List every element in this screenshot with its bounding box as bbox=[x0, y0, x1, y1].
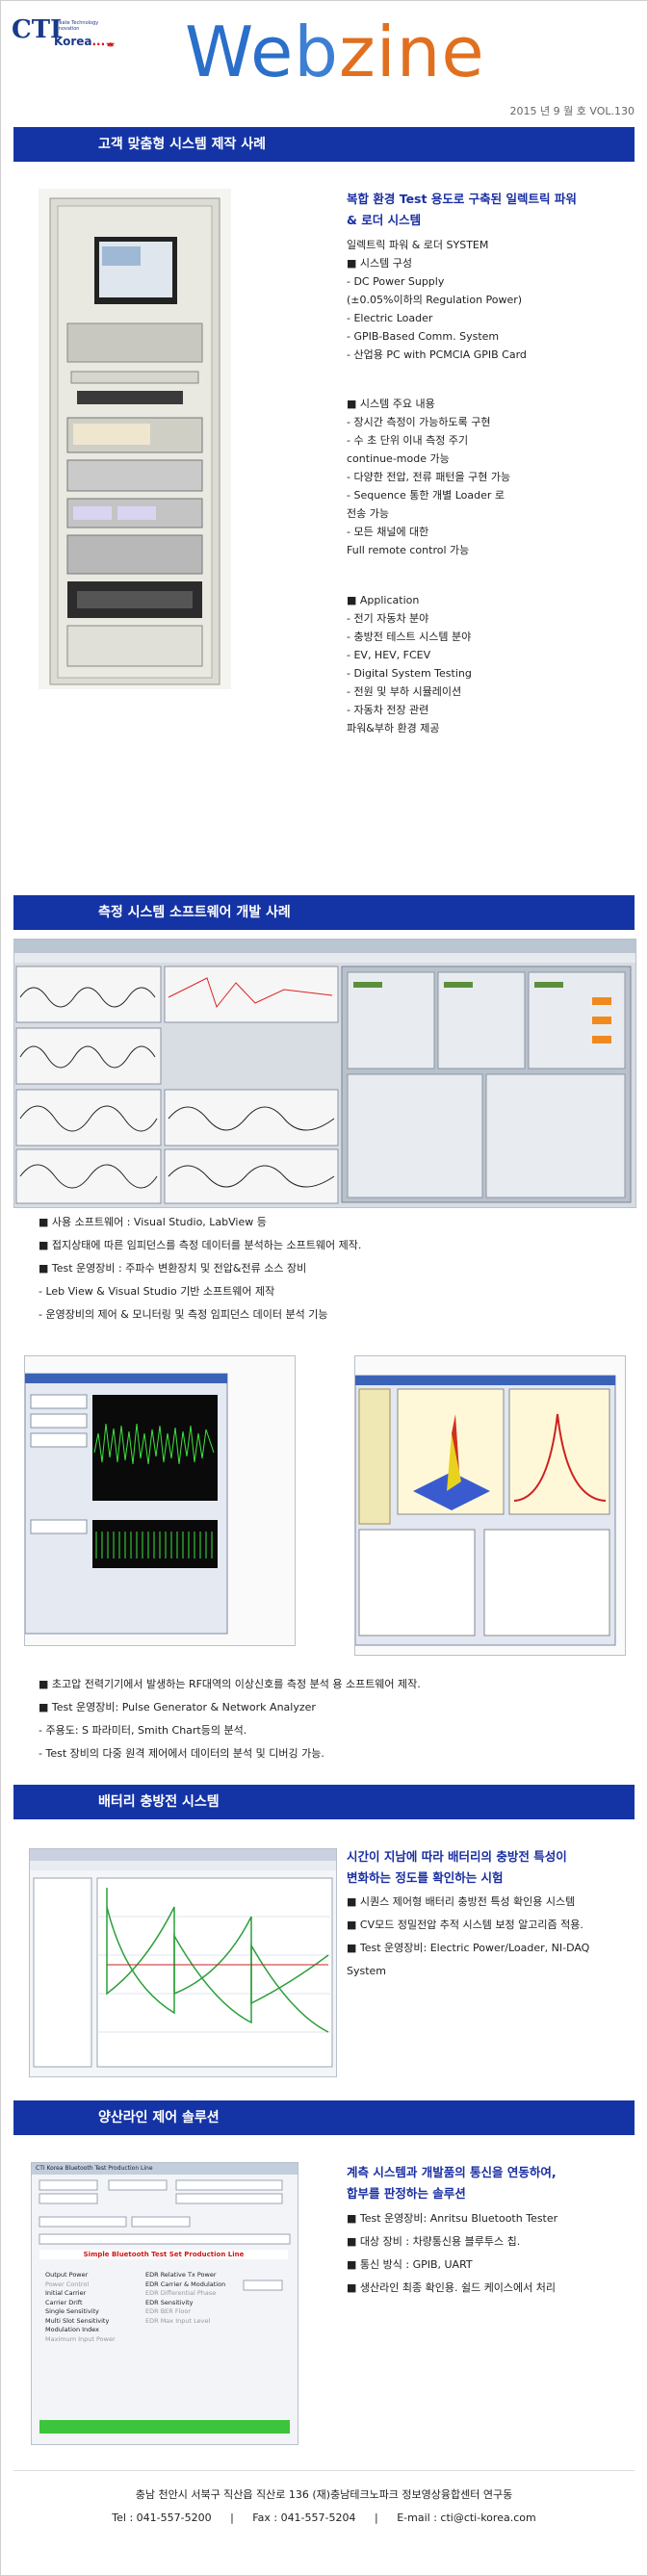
s2b-bullet: - Test 장비의 다중 원격 제어에서 데이터의 분석 및 디버깅 가능. bbox=[39, 1747, 324, 1760]
s1-line: - Electric Loader bbox=[347, 312, 433, 324]
s1-line: ■ 시스템 구성 bbox=[347, 257, 412, 270]
s1-line: - 수 초 단위 이내 측정 주기 bbox=[347, 434, 469, 447]
webzine-title: Webzine bbox=[185, 12, 485, 92]
section2-bullets-a: ■ 사용 소프트웨어 : Visual Studio, LabView 등 ■ … bbox=[39, 1211, 361, 1327]
s1-line: ■ Application bbox=[347, 594, 420, 606]
s1-line: - 충방전 테스트 시스템 분야 bbox=[347, 631, 472, 643]
rack-system-illustration bbox=[49, 197, 220, 685]
s1-line bbox=[347, 364, 527, 395]
labview-panels-illustration bbox=[14, 940, 635, 1204]
cti-logo: CTI Create Technology Innovation Korea..… bbox=[12, 12, 117, 58]
rack-system-photo bbox=[39, 189, 231, 689]
labview-screenshot bbox=[13, 939, 636, 1208]
logo-tagline: Create Technology Innovation bbox=[54, 20, 99, 32]
smith-chart-illustration bbox=[355, 1375, 616, 1646]
s1-line: continue-mode 가능 bbox=[347, 452, 450, 465]
footer-address: 충남 천안시 서북구 직산읍 직산로 136 (재)충남테크노파크 정보영상융합… bbox=[135, 2488, 513, 2501]
app-window-title: CTI Korea Bluetooth Test Production Line bbox=[32, 2163, 298, 2175]
issue-label: 2015 년 9 월 호 VOL.130 bbox=[509, 105, 635, 117]
s2a-bullet: ■ 접지상태에 따른 임피던스를 측정 데이터를 분석하는 소프트웨어 제작. bbox=[39, 1239, 362, 1251]
smith-chart-screenshot bbox=[354, 1355, 626, 1656]
s1-line: - 다양한 전압, 전류 패턴을 구현 가능 bbox=[347, 471, 511, 483]
s3-bullet: ■ CV모드 정밀전압 추적 시스템 보정 알고리즘 적용. bbox=[347, 1919, 583, 1931]
s1-line: - GPIB-Based Comm. System bbox=[347, 330, 500, 343]
s3-bullet: ■ Test 운영장비: Electric Power/Loader, NI-D… bbox=[347, 1942, 590, 1954]
s1-line: 파워&부하 환경 제공 bbox=[347, 722, 440, 734]
s1-line: - 장시간 측정이 가능하도록 구현 bbox=[347, 416, 491, 428]
s1-line: - Sequence 통한 개별 Loader 로 bbox=[347, 489, 505, 502]
s1-line: 일렉트릭 파워 & 로더 SYSTEM bbox=[347, 239, 489, 251]
s3-bullet: ■ 시퀀스 제어형 배터리 충방전 특성 확인용 시스템 bbox=[347, 1895, 576, 1908]
s3-bullet: System bbox=[347, 1965, 387, 1977]
footer: 충남 천안시 서북구 직산읍 직산로 136 (재)충남테크노파크 정보영상융합… bbox=[0, 2484, 648, 2530]
battery-curve-illustration bbox=[30, 1849, 336, 2068]
section3-bullets: ■ 시퀀스 제어형 배터리 충방전 특성 확인용 시스템 ■ CV모드 정밀전압… bbox=[347, 1891, 589, 1983]
section-bar-measurement-software: 측정 시스템 소프트웨어 개발 사례 bbox=[13, 895, 635, 930]
footer-contact: Tel : 041-557-5200 | Fax : 041-557-5204 … bbox=[112, 2512, 536, 2524]
s2b-bullet: - 주용도: S 파라미터, Smith Chart등의 분석. bbox=[39, 1724, 247, 1737]
s4-bullet: ■ 생산라인 최종 확인용. 쉴드 케이스에서 처리 bbox=[347, 2281, 557, 2294]
s2a-bullet: ■ 사용 소프트웨어 : Visual Studio, LabView 등 bbox=[39, 1216, 267, 1228]
s1-line: 전송 가능 bbox=[347, 507, 389, 520]
s4-bullet: ■ 대상 장비 : 차량통신용 블루투스 칩. bbox=[347, 2235, 521, 2248]
s1-line: ■ 시스템 주요 내용 bbox=[347, 398, 435, 410]
s1-line bbox=[347, 559, 527, 578]
s1-line: (±0.05%이하의 Regulation Power) bbox=[347, 294, 523, 306]
s4-bullet: ■ Test 운영장비: Anritsu Bluetooth Tester bbox=[347, 2212, 558, 2225]
s4-bullet: ■ 통신 방식 : GPIB, UART bbox=[347, 2258, 473, 2271]
rf-analyzer-illustration bbox=[25, 1373, 228, 1635]
s1-line: - 자동차 전장 관련 bbox=[347, 704, 429, 716]
battery-software-screenshot bbox=[29, 1848, 337, 2077]
section1-body: 일렉트릭 파워 & 로더 SYSTEM ■ 시스템 구성 - DC Power … bbox=[347, 236, 527, 737]
footer-fax: Fax : 041-557-5204 bbox=[252, 2512, 356, 2524]
section-bar-production-line: 양산라인 제어 솔루션 bbox=[13, 2100, 635, 2135]
section1-heading: 복합 환경 Test 용도로 구축된 일렉트릭 파워 & 로더 시스템 bbox=[347, 192, 577, 227]
section3-heading: 시간이 지남에 따라 배터리의 충방전 특성이 변화하는 정도를 확인하는 시험 bbox=[347, 1849, 567, 1885]
s1-line: - 모든 채널에 대한 bbox=[347, 526, 429, 538]
footer-divider bbox=[13, 2470, 635, 2471]
s2a-bullet: ■ Test 운영장비 : 주파수 변환장치 및 전압&전류 소스 장비 bbox=[39, 1262, 307, 1275]
rf-analyzer-screenshot bbox=[24, 1355, 296, 1646]
s1-line: - 전기 자동차 분야 bbox=[347, 612, 429, 625]
logo-korea: Korea...ᇂ bbox=[54, 35, 117, 48]
bluetooth-app-screenshot: CTI Korea Bluetooth Test Production Line… bbox=[31, 2162, 298, 2445]
s2b-bullet: ■ 초고압 전력기기에서 발생하는 RF대역의 이상신호를 측정 분석 용 소프… bbox=[39, 1678, 421, 1690]
s1-line: - 전원 및 부하 시뮬레이션 bbox=[347, 685, 462, 698]
app-controls-illustration bbox=[39, 2179, 291, 2434]
section4-bullets: ■ Test 운영장비: Anritsu Bluetooth Tester ■ … bbox=[347, 2207, 557, 2300]
s1-line: - EV, HEV, FCEV bbox=[347, 649, 431, 661]
s2a-bullet: - Leb View & Visual Studio 기반 소프트웨어 제작 bbox=[39, 1285, 275, 1298]
s1-line: - DC Power Supply bbox=[347, 275, 445, 288]
footer-email[interactable]: E-mail : cti@cti-korea.com bbox=[397, 2512, 535, 2524]
s2a-bullet: - 운영장비의 제어 & 모니터링 및 측정 임피던스 데이터 분석 기능 bbox=[39, 1308, 328, 1321]
section-bar-custom-system: 고객 맞춤형 시스템 제작 사례 bbox=[13, 127, 635, 162]
footer-tel: Tel : 041-557-5200 bbox=[112, 2512, 212, 2524]
s1-line: - 산업용 PC with PCMCIA GPIB Card bbox=[347, 348, 527, 361]
section2-bullets-b: ■ 초고압 전력기기에서 발생하는 RF대역의 이상신호를 측정 분석 용 소프… bbox=[39, 1673, 421, 1765]
section4-heading: 계측 시스템과 개발품의 통신을 연동하여, 합부를 판정하는 솔루션 bbox=[347, 2165, 557, 2201]
s2b-bullet: ■ Test 운영장비: Pulse Generator & Network A… bbox=[39, 1701, 316, 1713]
s1-line bbox=[347, 578, 527, 591]
s1-line: - Digital System Testing bbox=[347, 667, 472, 680]
section-bar-battery: 배터리 충방전 시스템 bbox=[13, 1785, 635, 1819]
s1-line: Full remote control 가능 bbox=[347, 544, 470, 556]
